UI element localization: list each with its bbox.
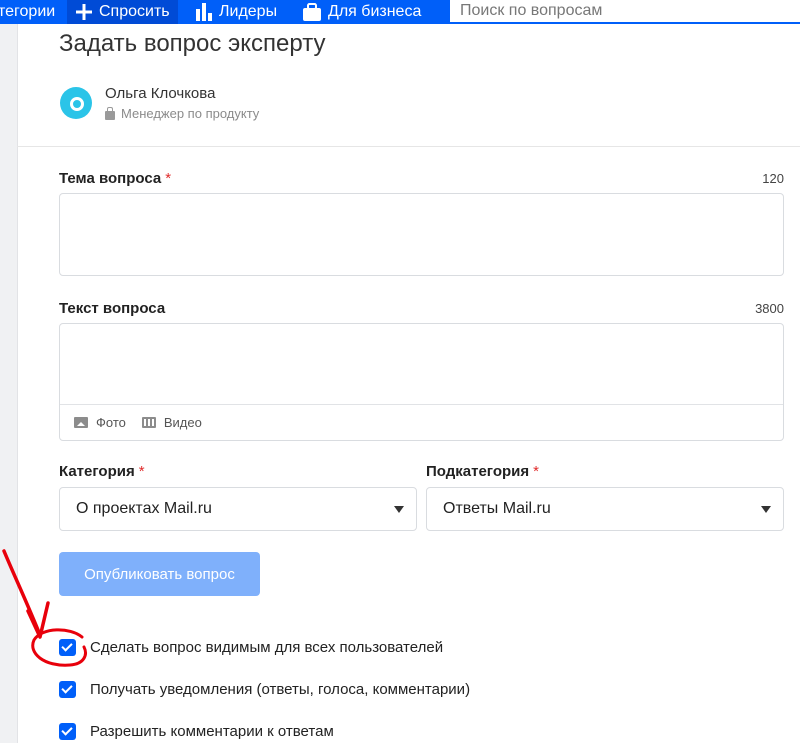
- subcategory-label: Подкатегория *: [426, 463, 539, 480]
- media-toolbar: Фото Видео: [60, 404, 783, 440]
- category-select[interactable]: О проектах Mail.ru: [59, 487, 417, 531]
- topic-counter: 120: [762, 171, 784, 186]
- video-label: Видео: [163, 415, 202, 430]
- option-notifications[interactable]: Получать уведомления (ответы, голоса, ко…: [59, 681, 470, 698]
- caret-down-icon: [761, 506, 771, 513]
- topic-label-text: Тема вопроса: [59, 170, 162, 187]
- subcategory-label-text: Подкатегория: [426, 463, 530, 480]
- photo-label: Фото: [96, 415, 126, 430]
- text-label: Текст вопроса: [59, 300, 165, 317]
- text-counter: 3800: [755, 301, 784, 316]
- briefcase-small-icon: [105, 106, 115, 120]
- nav-leaders[interactable]: Лидеры: [195, 0, 277, 24]
- page-title: Задать вопрос эксперту: [59, 30, 326, 57]
- option-visible-to-all[interactable]: Сделать вопрос видимым для всех пользова…: [59, 639, 443, 656]
- category-label: Категория *: [59, 463, 145, 480]
- required-mark: *: [165, 170, 172, 187]
- top-navigation: тегории Спросить Лидеры Для бизнеса: [0, 0, 800, 24]
- video-icon: [141, 417, 156, 428]
- option-label: Получать уведомления (ответы, голоса, ко…: [90, 681, 471, 698]
- topic-label: Тема вопроса *: [59, 170, 171, 187]
- subcategory-select[interactable]: Ответы Mail.ru: [426, 487, 784, 531]
- bar-chart-icon: [196, 3, 212, 21]
- nav-business-label: Для бизнеса: [328, 3, 422, 20]
- checkbox-checked-icon[interactable]: [59, 723, 76, 740]
- nav-business[interactable]: Для бизнеса: [302, 0, 421, 24]
- required-mark: *: [138, 463, 145, 480]
- nav-ask-button[interactable]: Спросить: [67, 0, 178, 24]
- nav-ask-label: Спросить: [99, 3, 170, 20]
- option-allow-comments[interactable]: Разрешить комментарии к ответам: [59, 723, 334, 740]
- nav-categories[interactable]: тегории: [0, 0, 55, 24]
- option-label: Разрешить комментарии к ответам: [90, 723, 334, 740]
- text-textarea[interactable]: Фото Видео: [59, 323, 784, 441]
- checkbox-checked-icon[interactable]: [59, 681, 76, 698]
- plus-icon: [76, 4, 92, 20]
- video-button[interactable]: Видео: [141, 415, 202, 430]
- subcategory-value: Ответы Mail.ru: [443, 500, 551, 517]
- expert-role-label: Менеджер по продукту: [121, 106, 260, 121]
- nav-categories-label: тегории: [0, 3, 56, 20]
- briefcase-icon: [303, 3, 321, 21]
- category-value: О проектах Mail.ru: [76, 500, 212, 517]
- category-label-text: Категория: [59, 463, 135, 480]
- search-input[interactable]: [450, 0, 800, 22]
- caret-down-icon: [394, 506, 404, 513]
- required-mark: *: [533, 463, 539, 480]
- photo-button[interactable]: Фото: [74, 415, 126, 430]
- text-label-text: Текст вопроса: [59, 300, 166, 317]
- topic-input[interactable]: [59, 193, 784, 276]
- annotation-arrow-icon: [2, 549, 87, 667]
- photo-icon: [74, 417, 88, 428]
- expert-name[interactable]: Ольга Клочкова: [105, 85, 215, 102]
- avatar[interactable]: [60, 87, 92, 119]
- nav-leaders-label: Лидеры: [219, 3, 278, 20]
- option-label: Сделать вопрос видимым для всех пользова…: [90, 639, 444, 656]
- expert-role: Менеджер по продукту: [105, 106, 259, 121]
- header-divider: [17, 146, 800, 147]
